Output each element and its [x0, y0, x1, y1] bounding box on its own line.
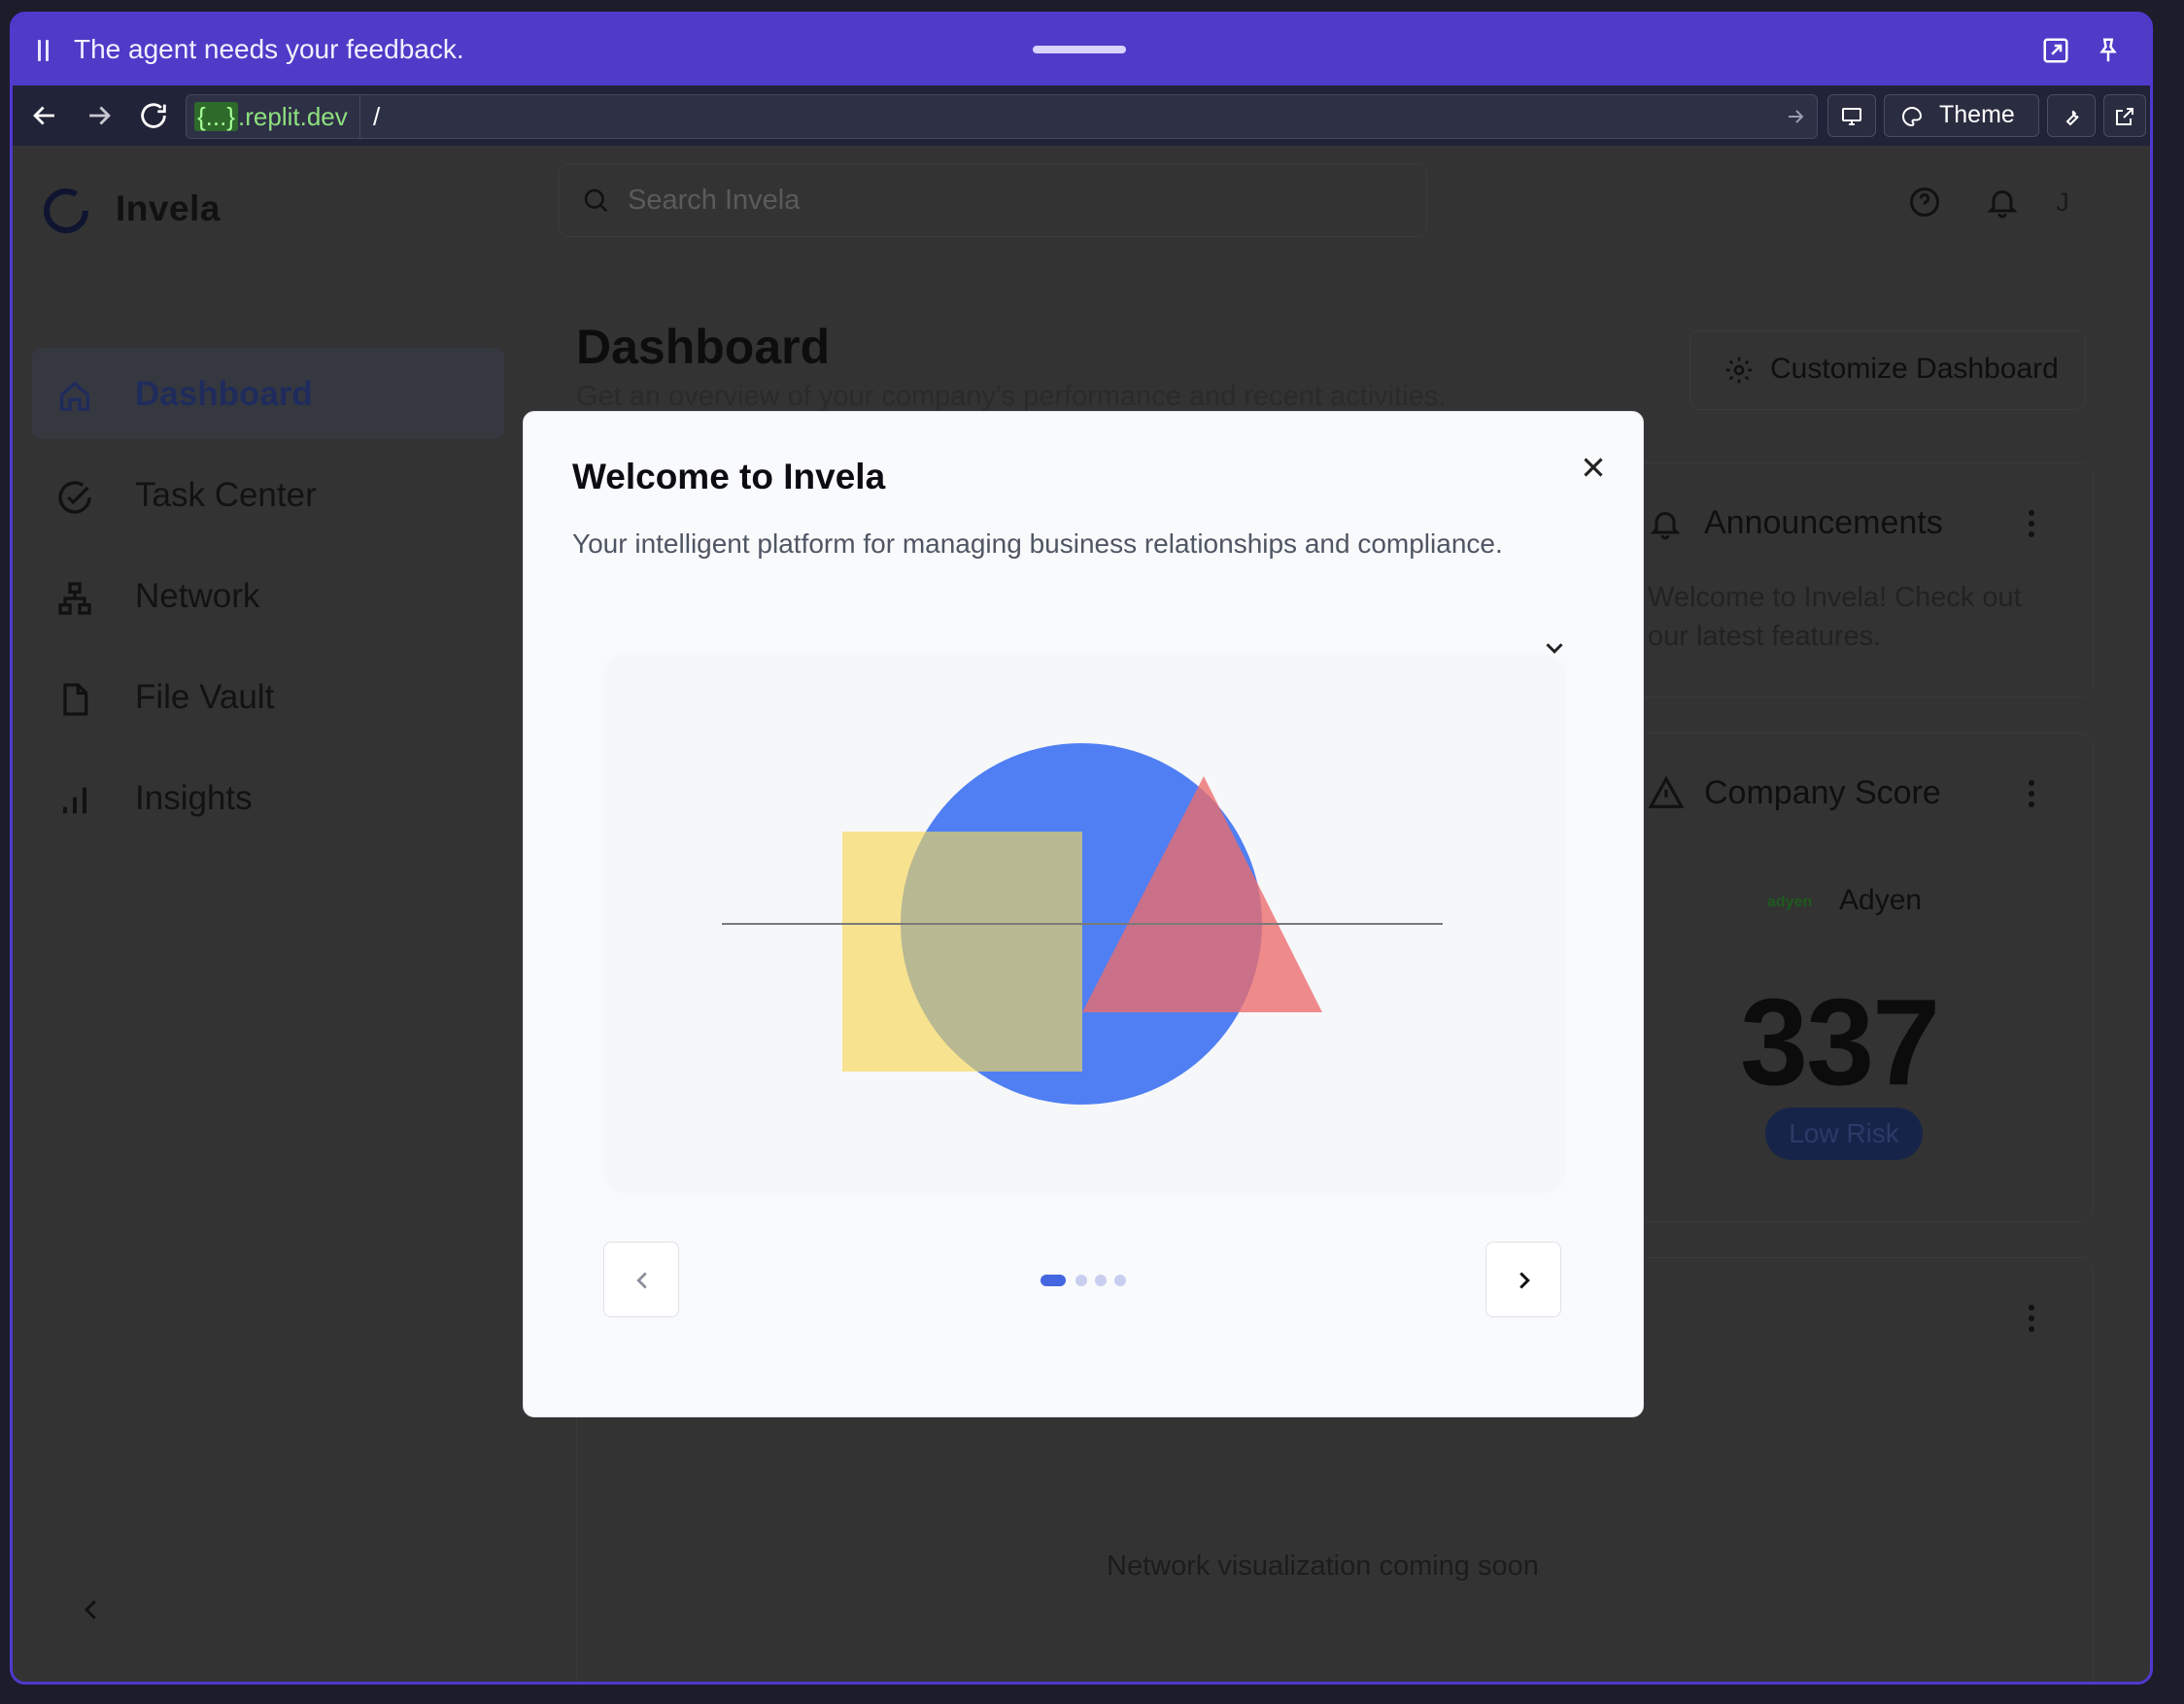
warning-icon — [1648, 775, 1685, 808]
search-icon — [584, 188, 608, 213]
welcome-modal: Welcome to Invela Your intelligent platf… — [523, 411, 1644, 1417]
help-icon[interactable] — [1907, 185, 1942, 220]
company-name: Adyen — [1839, 884, 1923, 916]
url-path: / — [373, 102, 381, 131]
open-new-tab-button[interactable] — [2103, 94, 2146, 137]
forward-arrow-icon[interactable] — [83, 99, 116, 132]
sidebar-item-label: Network — [135, 577, 260, 615]
announcements-title: Announcements — [1704, 504, 1943, 541]
previous-slide-button[interactable] — [603, 1242, 679, 1317]
wrench-icon — [2065, 110, 2079, 126]
agent-feedback-bar: The agent needs your feedback. — [13, 15, 2150, 85]
more-options-icon[interactable] — [2027, 510, 2036, 539]
close-icon[interactable] — [1577, 451, 1610, 484]
modal-subtitle: Your intelligent platform for managing b… — [572, 528, 1503, 559]
drag-handle[interactable] — [1033, 46, 1126, 53]
popout-icon[interactable] — [2041, 36, 2070, 65]
sidebar-item-file-vault[interactable]: File Vault — [32, 651, 504, 742]
theme-label: Theme — [1939, 101, 2015, 128]
more-options-icon[interactable] — [2027, 1305, 2036, 1334]
pin-icon[interactable] — [2094, 36, 2123, 65]
brand-name: Invela — [116, 188, 221, 228]
bell-icon[interactable] — [1985, 185, 2020, 220]
palette-icon — [1902, 106, 1923, 127]
chevron-right-icon — [1519, 1272, 1530, 1289]
go-arrow-icon[interactable] — [1784, 105, 1807, 128]
pause-icon[interactable] — [36, 40, 51, 63]
shapes-illustration — [722, 743, 1443, 1105]
sidebar-item-label: File Vault — [135, 678, 275, 716]
url-host: {...} .replit.dev — [194, 101, 348, 132]
browser-frame: The agent needs your feedback. {...} .rep… — [10, 12, 2153, 1685]
customize-dashboard-button[interactable]: Customize Dashboard — [1689, 330, 2086, 410]
sidebar-item-network[interactable]: Network — [32, 550, 504, 641]
company-score-title: Company Score — [1704, 774, 1941, 811]
onboarding-illustration — [603, 655, 1565, 1193]
sidebar-item-label: Dashboard — [135, 375, 313, 413]
search-box[interactable] — [559, 163, 1427, 237]
external-link-icon — [2116, 108, 2133, 125]
invela-logo-icon — [44, 188, 88, 233]
collapse-sidebar-icon[interactable] — [77, 1595, 106, 1624]
next-slide-button[interactable] — [1485, 1242, 1561, 1317]
slide-dot-2[interactable] — [1075, 1275, 1087, 1286]
page-title: Dashboard — [576, 320, 831, 374]
back-arrow-icon[interactable] — [28, 99, 61, 132]
modal-title: Welcome to Invela — [572, 457, 886, 496]
slide-dot-4[interactable] — [1114, 1275, 1126, 1286]
sidebar-item-dashboard[interactable]: Dashboard — [32, 348, 504, 439]
customize-label: Customize Dashboard — [1770, 353, 2059, 385]
chevron-left-icon — [636, 1272, 647, 1289]
bell-icon — [1650, 512, 1681, 540]
check-circle-icon — [58, 481, 91, 514]
sidebar-item-task-center[interactable]: Task Center — [32, 449, 504, 540]
network-icon — [58, 582, 91, 615]
gear-icon — [1725, 357, 1753, 384]
sidebar-item-label: Insights — [135, 779, 253, 817]
theme-button[interactable]: Theme — [1884, 94, 2039, 137]
search-input[interactable] — [626, 178, 1407, 222]
company-score-value: 337 — [1740, 973, 1940, 1110]
network-placeholder: Network visualization coming soon — [1107, 1551, 1539, 1582]
browser-toolbar: {...} .replit.dev / Theme — [13, 85, 2150, 146]
url-divider — [359, 95, 360, 138]
risk-badge: Low Risk — [1765, 1108, 1923, 1160]
file-icon — [63, 683, 88, 716]
more-options-icon[interactable] — [2027, 780, 2036, 809]
device-preview-button[interactable] — [1827, 94, 1876, 137]
sidebar-item-label: Task Center — [135, 476, 317, 514]
monitor-icon — [1842, 108, 1861, 125]
reload-icon[interactable] — [137, 99, 170, 132]
url-bar[interactable]: {...} .replit.dev / — [186, 94, 1818, 139]
user-avatar[interactable]: J — [2043, 183, 2082, 222]
bar-chart-icon — [63, 787, 86, 814]
slide-dot-3[interactable] — [1095, 1275, 1107, 1286]
slide-dot-1[interactable] — [1041, 1275, 1066, 1286]
agent-message: The agent needs your feedback. — [74, 34, 464, 64]
devtools-button[interactable] — [2047, 94, 2096, 137]
adyen-logo: adyen — [1767, 894, 1813, 910]
announcements-card: Announcements Welcome to Invela! Check o… — [1625, 462, 2094, 698]
announcement-text: Welcome to Invela! Check out our latest f… — [1648, 582, 2022, 652]
sidebar-item-insights[interactable]: Insights — [32, 752, 504, 843]
page-subtitle: Get an overview of your company's perfor… — [576, 381, 1447, 412]
home-icon — [60, 381, 89, 411]
